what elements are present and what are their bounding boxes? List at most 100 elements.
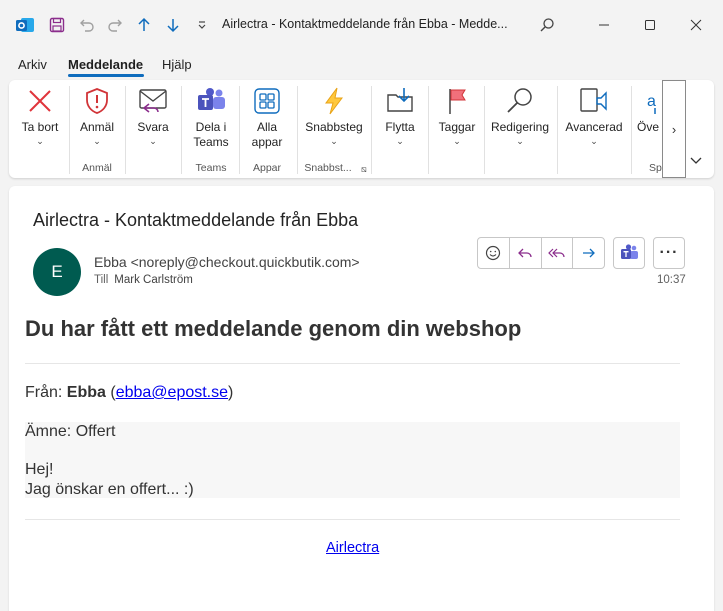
chevron-down-icon: ⌄ (590, 136, 598, 146)
ribbon-separator (125, 86, 126, 174)
more-options-button[interactable]: ··· (653, 237, 685, 269)
body-message: Jag önskar en offert... :) (25, 481, 194, 498)
reply-action-button[interactable] (510, 238, 542, 268)
share-to-teams-label: Dela i Teams (193, 120, 229, 149)
reply-arrow-icon (518, 248, 532, 258)
ribbon-separator (181, 86, 182, 174)
teams-icon (621, 244, 638, 259)
reply-all-button[interactable] (542, 238, 574, 268)
advanced-button[interactable]: Avancerad ⌄ (563, 84, 625, 147)
share-to-teams-button[interactable]: Dela i Teams (185, 84, 237, 150)
email-subject[interactable]: Airlectra - Kontaktmeddelande från Ebba (33, 210, 358, 231)
translate-label: Öve (637, 120, 660, 134)
tags-button[interactable]: Taggar ⌄ (433, 84, 481, 147)
quick-steps-label: Snabbsteg (305, 120, 363, 134)
smiley-icon (486, 245, 501, 261)
reply-label: Svara (137, 120, 169, 134)
close-icon[interactable] (681, 10, 711, 40)
chevron-down-icon: ⌄ (453, 136, 461, 146)
undo-icon[interactable] (76, 14, 98, 36)
move-folder-icon (383, 84, 417, 118)
delete-label: Ta bort (21, 120, 59, 134)
search-icon[interactable] (532, 10, 562, 40)
forward-button[interactable] (573, 238, 604, 268)
reply-button[interactable]: Svara ⌄ (129, 84, 177, 147)
reply-envelope-icon (136, 84, 170, 118)
window-title: Airlectra - Kontaktmeddelande från Ebba … (222, 17, 508, 31)
title-bar: Airlectra - Kontaktmeddelande från Ebba … (0, 0, 723, 50)
read-aloud-icon (577, 84, 611, 118)
react-button[interactable] (478, 238, 510, 268)
chevron-down-icon: ⌄ (516, 136, 524, 146)
collapse-ribbon-chevron-icon[interactable] (690, 154, 702, 168)
delete-button[interactable]: Ta bort ⌄ (17, 84, 63, 147)
received-time: 10:37 (657, 274, 686, 286)
ribbon-separator (557, 86, 558, 174)
chevron-down-icon: ⌄ (36, 136, 44, 146)
move-label: Flytta (385, 120, 415, 134)
teams-icon (194, 84, 228, 118)
ribbon-separator (371, 86, 372, 174)
chevron-down-icon: ⌄ (330, 136, 338, 146)
body-heading: Du har fått ett meddelande genom din web… (25, 316, 522, 341)
dialog-launcher-icon[interactable]: ⧅ (361, 164, 367, 175)
move-button[interactable]: Flytta ⌄ (377, 84, 423, 147)
minimize-icon[interactable] (589, 10, 619, 40)
recipient-line: Till Mark Carlström (94, 274, 193, 286)
ellipsis-icon: ··· (659, 244, 679, 261)
tags-label: Taggar (438, 120, 476, 134)
tab-arkiv[interactable]: Arkiv (18, 57, 47, 72)
ribbon-separator (69, 86, 70, 174)
flag-icon (440, 84, 474, 118)
quick-steps-button[interactable]: Snabbsteg ⌄ (303, 84, 365, 147)
tab-hjalp[interactable]: Hjälp (162, 57, 192, 72)
body-greeting: Hej! (25, 461, 54, 478)
chevron-down-icon: ⌄ (149, 136, 157, 146)
avatar[interactable]: E (33, 248, 81, 296)
redo-icon[interactable] (104, 14, 126, 36)
lightning-icon (317, 84, 351, 118)
save-icon[interactable] (46, 14, 68, 36)
group-label-appar: Appar (252, 162, 282, 174)
divider (25, 519, 680, 520)
apps-grid-icon (250, 84, 284, 118)
group-label-teams: Teams (195, 162, 227, 174)
reading-pane: Airlectra - Kontaktmeddelande från Ebba … (9, 186, 714, 611)
to-label: Till (94, 274, 109, 286)
search-magnifier-icon (503, 84, 537, 118)
tab-meddelande[interactable]: Meddelande (68, 57, 143, 72)
sender[interactable]: Ebba <noreply@checkout.quickbutik.com> (94, 254, 360, 270)
report-shield-icon (80, 84, 114, 118)
maximize-icon[interactable] (635, 10, 665, 40)
all-apps-label: Alla appar (251, 120, 283, 149)
customize-quick-access-icon[interactable] (191, 14, 213, 36)
active-tab-indicator (68, 74, 144, 77)
body-subject-line: Ämne: Offert (25, 423, 116, 440)
ribbon-separator (297, 86, 298, 174)
ribbon-separator (239, 86, 240, 174)
chevron-down-icon: ⌄ (93, 136, 101, 146)
report-button[interactable]: Anmäl ⌄ (73, 84, 121, 147)
svg-text:a: a (647, 93, 656, 110)
advanced-label: Avancerad (565, 120, 623, 134)
footer-link[interactable]: Airlectra (326, 540, 379, 556)
ribbon-separator (484, 86, 485, 174)
message-actions (477, 237, 605, 269)
all-apps-button[interactable]: Alla appar (243, 84, 291, 150)
forward-arrow-icon (582, 248, 595, 258)
ribbon-scroll-right-button[interactable]: › (662, 80, 686, 178)
group-label-anmal: Anmäl (82, 162, 112, 174)
reply-all-icon (548, 248, 565, 258)
next-item-down-arrow-icon[interactable] (162, 14, 184, 36)
body-from-email-link[interactable]: ebba@epost.se (116, 384, 228, 401)
body-from-name: Ebba (66, 384, 106, 401)
share-teams-action-button[interactable] (613, 237, 645, 269)
report-label: Anmäl (79, 120, 114, 134)
editing-button[interactable]: Redigering ⌄ (489, 84, 551, 147)
group-label-snabbsteg: Snabbst... (304, 162, 352, 174)
ribbon-separator (428, 86, 429, 174)
previous-item-up-arrow-icon[interactable] (133, 14, 155, 36)
recipient[interactable]: Mark Carlström (114, 274, 193, 286)
chevron-down-icon: ⌄ (396, 136, 404, 146)
translate-icon: a (637, 84, 663, 118)
